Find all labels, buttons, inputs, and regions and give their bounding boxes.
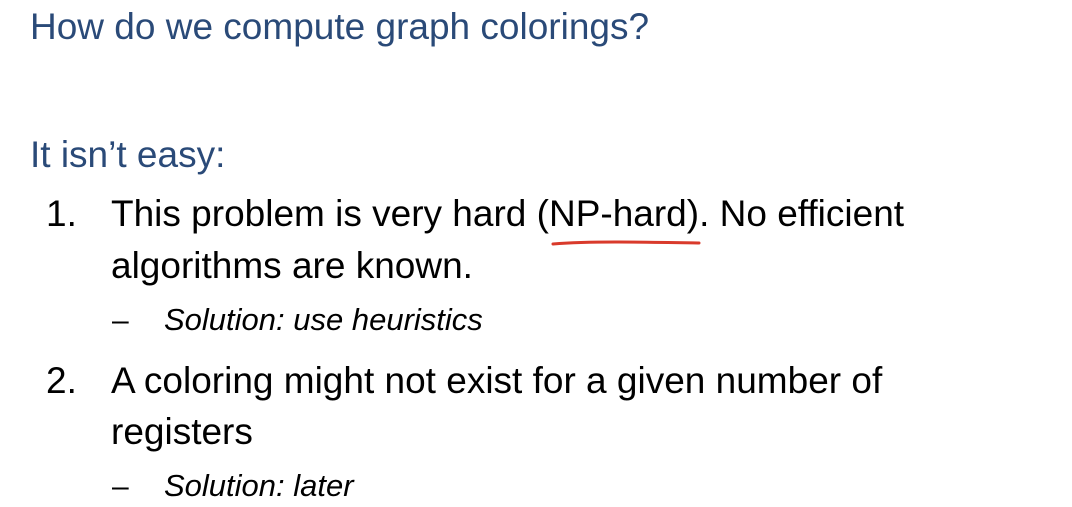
np-hard-highlight: NP-hard [548,188,701,246]
item-1-line-1: This problem is very hard (NP-hard). No … [111,188,905,246]
red-underline-annotation [551,240,701,246]
item-1-subpoint-dash: – [112,304,129,337]
item-2-number: 2. [46,360,77,401]
item-2-subpoint-dash: – [112,470,129,503]
np-hard-term: NP-hard [548,193,687,234]
item-1-text-before: This problem is very hard ( [111,193,549,234]
item-1-subpoint: Solution: use heuristics [164,302,483,337]
item-1-text-after: ). No efficient [686,193,905,234]
slide-title: How do we compute graph colorings? [30,6,650,47]
intro-heading: It isn’t easy: [30,134,226,175]
item-2-subpoint: Solution: later [164,468,354,503]
item-2-line-2: registers [111,411,253,452]
item-1-line-2: algorithms are known. [111,245,473,286]
item-2-line-1: A coloring might not exist for a given n… [111,360,883,401]
item-1-number: 1. [46,193,77,234]
